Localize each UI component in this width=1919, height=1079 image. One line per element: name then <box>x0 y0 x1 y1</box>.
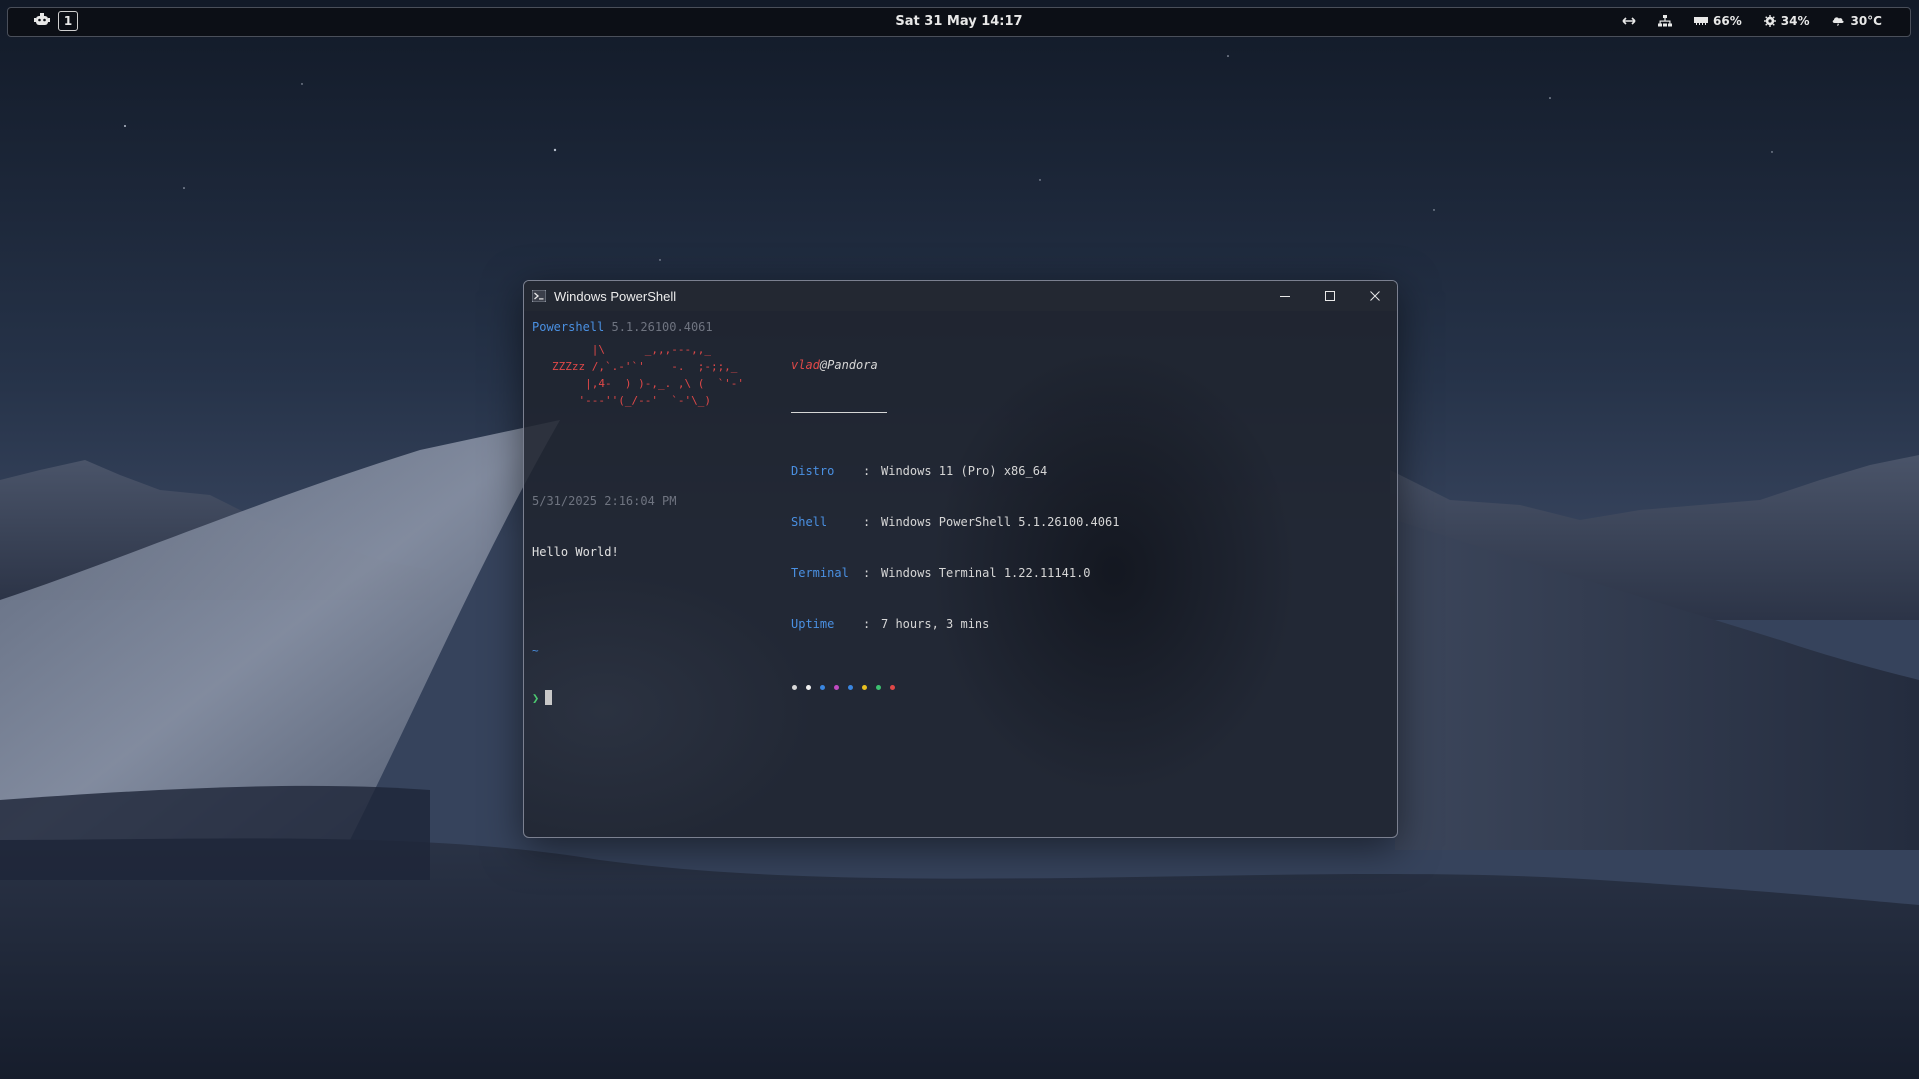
text-cursor[interactable] <box>545 690 553 705</box>
info-value: Windows PowerShell 5.1.26100.4061 <box>881 515 1120 529</box>
status-tray: 66% 34% 30°C <box>1622 14 1882 28</box>
weather-cloud-icon <box>1833 17 1845 26</box>
palette-dot <box>848 685 853 690</box>
ascii-line: ZZZzz /,`.-'`' -. ;-;;,_ <box>552 360 738 373</box>
palette-dot <box>820 685 825 690</box>
close-button[interactable] <box>1352 281 1397 311</box>
ascii-line: |\ _,,,---,,_ <box>552 343 711 356</box>
cpu-value: 34% <box>1780 14 1810 28</box>
hostname: @Pandora <box>819 358 878 372</box>
window-controls <box>1262 281 1397 311</box>
user-underline <box>791 412 887 413</box>
ascii-cat-art: |\ _,,,---,,_ ZZZzz /,`.-'`' -. ;-;;,_ |,… <box>552 341 744 409</box>
maximize-icon <box>1324 291 1335 301</box>
info-key: Terminal <box>791 566 849 580</box>
info-row-distro: Distro: Windows 11 (Pro) x86_64 <box>791 463 1119 480</box>
info-key: Uptime <box>791 617 835 631</box>
weather-status[interactable]: 30°C <box>1831 14 1882 28</box>
desktop: 1 Sat 31 May 14:17 66% 34% 30°C Windows … <box>0 0 1919 1079</box>
maximize-button[interactable] <box>1307 281 1352 311</box>
palette-dot <box>890 685 895 690</box>
cpu-status[interactable]: 34% <box>1763 14 1810 28</box>
header-app-name: Powershell <box>532 320 605 334</box>
palette-dot <box>876 685 881 690</box>
user-host: vlad@Pandora <box>791 357 1119 374</box>
info-separator: : <box>863 464 871 478</box>
close-icon <box>1369 291 1380 301</box>
minimize-button[interactable] <box>1262 281 1307 311</box>
window-titlebar[interactable]: Windows PowerShell <box>524 281 1397 311</box>
info-separator: : <box>863 566 871 580</box>
info-row-terminal: Terminal: Windows Terminal 1.22.11141.0 <box>791 565 1119 582</box>
network-icon[interactable] <box>1658 15 1673 27</box>
header-version: 5.1.26100.4061 <box>611 320 713 334</box>
powershell-icon <box>532 290 546 302</box>
ascii-line: |,4- ) )-,_. ,\ ( `'-' <box>552 377 745 390</box>
info-value: Windows 11 (Pro) x86_64 <box>881 464 1048 478</box>
prompt-area[interactable]: 5/31/2025 2:16:04 PM Hello World! ~ ❯ <box>532 459 677 741</box>
info-separator: : <box>863 515 871 529</box>
palette-dot <box>806 685 811 690</box>
palette-dot <box>862 685 867 690</box>
powershell-window: Windows PowerShell Powershell 5.1.26100.… <box>523 280 1398 838</box>
info-value: Windows Terminal 1.22.11141.0 <box>881 566 1091 580</box>
info-separator: : <box>863 617 871 631</box>
resize-arrows-icon[interactable] <box>1622 16 1636 26</box>
top-bar: 1 Sat 31 May 14:17 66% 34% 30°C <box>7 7 1911 37</box>
weather-value: 30°C <box>1850 14 1882 28</box>
minimize-icon <box>1279 296 1290 297</box>
memory-status[interactable]: 66% <box>1694 14 1742 28</box>
system-info: vlad@Pandora Distro: Windows 11 (Pro) x86… <box>791 323 1119 724</box>
window-title: Windows PowerShell <box>554 288 677 304</box>
info-value: 7 hours, 3 mins <box>881 617 990 631</box>
info-key: Shell <box>791 515 828 529</box>
info-row-uptime: Uptime:7 hours, 3 mins <box>791 616 1119 633</box>
command-timestamp: 5/31/2025 2:16:04 PM <box>532 494 677 508</box>
info-key: Distro <box>791 464 835 478</box>
command-output: Hello World! <box>532 545 619 559</box>
cpu-icon <box>1763 15 1776 27</box>
palette-dot <box>834 685 839 690</box>
info-row-shell: Shell: Windows PowerShell 5.1.26100.4061 <box>791 514 1119 531</box>
username: vlad <box>791 358 820 372</box>
palette-dot <box>792 685 797 690</box>
prompt-chevron-icon: ❯ <box>532 691 540 705</box>
memory-icon <box>1694 17 1709 25</box>
memory-value: 66% <box>1713 14 1742 28</box>
ascii-line: '---''(_/--' `-'\_) <box>552 394 711 407</box>
prompt-line[interactable]: ❯ <box>532 690 677 707</box>
color-palette <box>791 685 1119 690</box>
current-path: ~ <box>532 644 539 657</box>
